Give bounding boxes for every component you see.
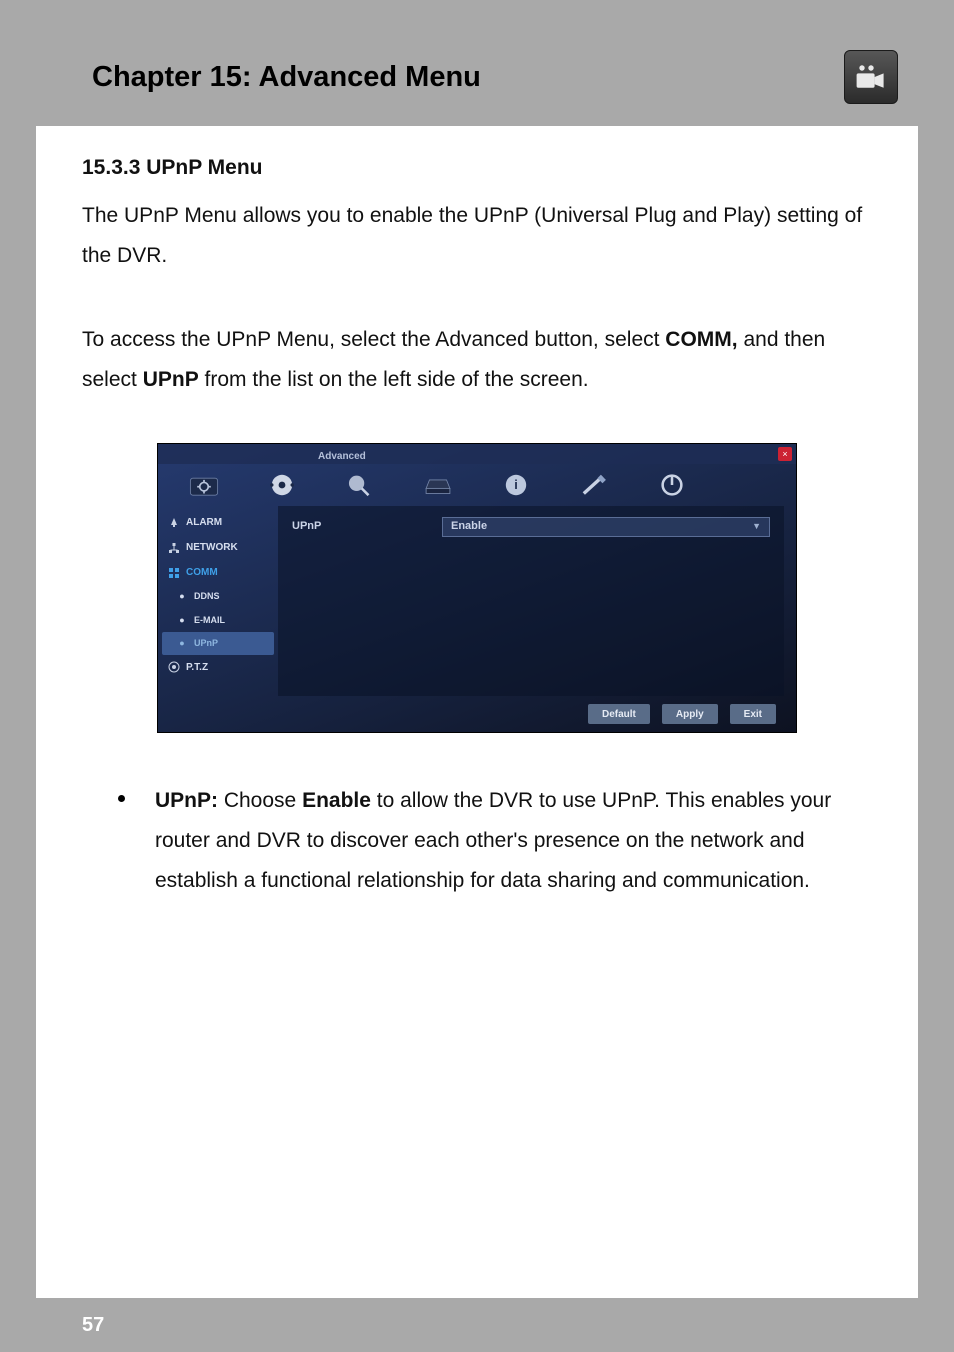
sidebar-item-comm[interactable]: COMM [158, 560, 278, 585]
close-icon[interactable]: × [778, 447, 792, 461]
intro-paragraph: The UPnP Menu allows you to enable the U… [82, 196, 872, 276]
chapter-title: Chapter 15: Advanced Menu [92, 61, 481, 94]
page-number: 57 [82, 1314, 104, 1337]
svg-text:i: i [514, 478, 518, 493]
chevron-down-icon: ▼ [752, 518, 761, 535]
sidebar-item-ptz[interactable]: P.T.Z [158, 655, 278, 680]
bullet-icon: ● [176, 591, 188, 603]
hdd-icon[interactable] [420, 470, 456, 500]
content-area: 15.3.3 UPnP Menu The UPnP Menu allows yo… [36, 126, 918, 901]
sidebar-item-label: E-MAIL [194, 612, 225, 629]
text-strong-upnp: UPnP [143, 368, 199, 391]
settings-panel: UPnP Enable ▼ [278, 506, 784, 696]
dvr-advanced-screenshot: Advanced × i [157, 443, 797, 733]
sidebar-item-label: NETWORK [186, 538, 238, 557]
dialog-footer: Default Apply Exit [588, 704, 776, 724]
bullet-text: UPnP: Choose Enable to allow the DVR to … [155, 781, 872, 901]
sidebar-item-email[interactable]: ● E-MAIL [158, 609, 278, 632]
sidebar-item-label: P.T.Z [186, 658, 208, 677]
sidebar-item-label: ALARM [186, 513, 222, 532]
brush-icon[interactable] [576, 470, 612, 500]
grid-icon [168, 567, 180, 579]
text-fragment: Choose [218, 789, 302, 812]
sidebar-item-ddns[interactable]: ● DDNS [158, 585, 278, 608]
power-icon[interactable] [654, 470, 690, 500]
text-fragment: from the list on the left side of the sc… [199, 368, 589, 391]
upnp-field-label: UPnP [292, 516, 442, 537]
apply-button[interactable]: Apply [662, 704, 718, 724]
text-strong-enable: Enable [302, 789, 371, 812]
dial-target-icon[interactable] [264, 470, 300, 500]
bell-icon [168, 517, 180, 529]
chapter-header: Chapter 15: Advanced Menu [36, 36, 918, 126]
bullet-icon: ● [176, 614, 188, 626]
settings-gear-icon[interactable] [186, 470, 222, 500]
sidebar-item-label: UPnP [194, 635, 218, 652]
camera-device-icon [844, 50, 898, 104]
sidebar-item-label: DDNS [194, 588, 220, 605]
network-icon [168, 542, 180, 554]
page-footer: 57 [36, 1298, 918, 1352]
sidebar-item-alarm[interactable]: ALARM [158, 510, 278, 535]
ptz-icon [168, 661, 180, 673]
window-titlebar: Advanced × [158, 444, 796, 464]
sidebar-item-network[interactable]: NETWORK [158, 535, 278, 560]
top-icon-row: i [158, 464, 796, 506]
default-button[interactable]: Default [588, 704, 650, 724]
text-fragment: To access the UPnP Menu, select the Adva… [82, 328, 665, 351]
magnifier-icon[interactable] [342, 470, 378, 500]
bullet-dot-icon [118, 795, 125, 802]
sidebar: ALARM NETWORK COMM ● DDNS [158, 506, 278, 696]
instruction-paragraph: To access the UPnP Menu, select the Adva… [82, 320, 872, 400]
window-title: Advanced [318, 447, 366, 466]
section-heading: 15.3.3 UPnP Menu [82, 148, 872, 188]
bullet-icon: ● [176, 637, 188, 649]
upnp-dropdown[interactable]: Enable ▼ [442, 517, 770, 537]
bullet-lead: UPnP: [155, 789, 218, 812]
text-strong-comm: COMM, [665, 328, 737, 351]
dropdown-value: Enable [451, 516, 487, 537]
info-icon[interactable]: i [498, 470, 534, 500]
exit-button[interactable]: Exit [730, 704, 776, 724]
sidebar-item-label: COMM [186, 563, 218, 582]
bullet-item: UPnP: Choose Enable to allow the DVR to … [82, 781, 872, 901]
upnp-field-row: UPnP Enable ▼ [278, 506, 784, 547]
sidebar-item-upnp[interactable]: ● UPnP [162, 632, 274, 655]
